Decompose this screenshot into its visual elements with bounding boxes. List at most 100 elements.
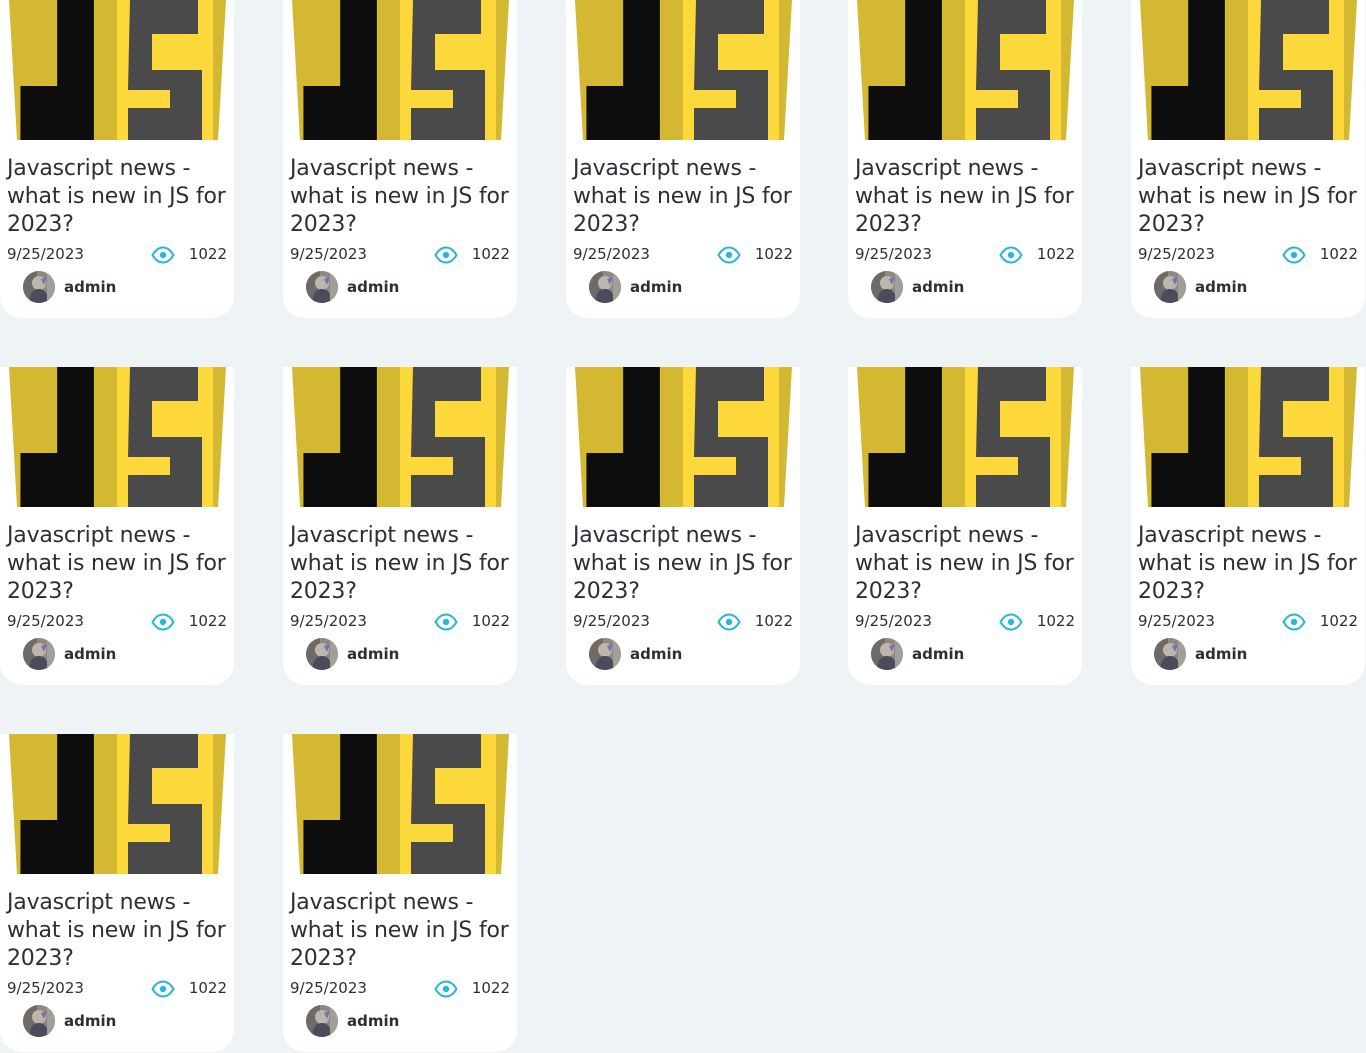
avatar[interactable] (306, 638, 338, 670)
view-count: 1022 (1319, 245, 1358, 263)
author-name[interactable]: admin (912, 278, 964, 296)
author-name[interactable]: admin (64, 278, 116, 296)
post-thumbnail[interactable] (7, 367, 228, 507)
post-title[interactable]: Javascript news - what is new in JS for … (7, 522, 229, 606)
post-meta: 9/25/2023 1022 (290, 612, 510, 632)
author-name[interactable]: admin (1195, 278, 1247, 296)
post-title[interactable]: Javascript news - what is new in JS for … (290, 889, 512, 973)
javascript-logo-icon (575, 367, 792, 507)
author-name[interactable]: admin (347, 278, 399, 296)
post-thumbnail[interactable] (573, 367, 794, 507)
view-count: 1022 (1036, 245, 1075, 263)
post-meta: 9/25/2023 1022 (7, 979, 227, 999)
avatar[interactable] (23, 1005, 55, 1037)
javascript-logo-icon (575, 0, 792, 140)
post-thumbnail[interactable] (855, 367, 1076, 507)
avatar[interactable] (306, 1005, 338, 1037)
avatar[interactable] (871, 271, 903, 303)
javascript-logo-icon (857, 367, 1074, 507)
avatar[interactable] (589, 271, 621, 303)
author-name[interactable]: admin (347, 1012, 399, 1030)
view-count: 1022 (188, 979, 227, 997)
post-card[interactable]: Javascript news - what is new in JS for … (283, 734, 517, 1052)
avatar[interactable] (1154, 638, 1186, 670)
view-count: 1022 (1319, 612, 1358, 630)
post-title[interactable]: Javascript news - what is new in JS for … (1138, 522, 1360, 606)
post-meta: 9/25/2023 1022 (1138, 612, 1358, 632)
eye-icon (1282, 613, 1306, 631)
post-thumbnail[interactable] (290, 367, 511, 507)
javascript-logo-icon (9, 367, 226, 507)
author-name[interactable]: admin (64, 645, 116, 663)
post-date: 9/25/2023 (855, 612, 932, 630)
post-thumbnail[interactable] (1138, 0, 1359, 140)
post-thumbnail[interactable] (290, 0, 511, 140)
post-date: 9/25/2023 (7, 245, 84, 263)
view-count: 1022 (188, 612, 227, 630)
post-card[interactable]: Javascript news - what is new in JS for … (566, 367, 800, 685)
eye-icon (151, 613, 175, 631)
avatar[interactable] (1154, 271, 1186, 303)
view-count: 1022 (471, 245, 510, 263)
view-count: 1022 (471, 979, 510, 997)
post-title[interactable]: Javascript news - what is new in JS for … (573, 155, 795, 239)
post-date: 9/25/2023 (855, 245, 932, 263)
post-card[interactable]: Javascript news - what is new in JS for … (0, 0, 234, 318)
post-meta: 9/25/2023 1022 (573, 612, 793, 632)
eye-icon (1282, 246, 1306, 264)
avatar[interactable] (23, 638, 55, 670)
post-card[interactable]: Javascript news - what is new in JS for … (283, 367, 517, 685)
author-name[interactable]: admin (912, 645, 964, 663)
post-date: 9/25/2023 (7, 979, 84, 997)
avatar[interactable] (871, 638, 903, 670)
post-thumbnail[interactable] (7, 734, 228, 874)
avatar[interactable] (589, 638, 621, 670)
post-card[interactable]: Javascript news - what is new in JS for … (848, 367, 1082, 685)
author-name[interactable]: admin (1195, 645, 1247, 663)
javascript-logo-icon (1140, 367, 1357, 507)
avatar[interactable] (306, 271, 338, 303)
post-title[interactable]: Javascript news - what is new in JS for … (7, 155, 229, 239)
post-title[interactable]: Javascript news - what is new in JS for … (290, 155, 512, 239)
post-date: 9/25/2023 (573, 612, 650, 630)
eye-icon (717, 613, 741, 631)
post-title[interactable]: Javascript news - what is new in JS for … (573, 522, 795, 606)
post-thumbnail[interactable] (855, 0, 1076, 140)
post-date: 9/25/2023 (290, 612, 367, 630)
eye-icon (717, 246, 741, 264)
post-title[interactable]: Javascript news - what is new in JS for … (855, 155, 1077, 239)
post-thumbnail[interactable] (290, 734, 511, 874)
post-thumbnail[interactable] (7, 0, 228, 140)
javascript-logo-icon (857, 0, 1074, 140)
post-card[interactable]: Javascript news - what is new in JS for … (566, 0, 800, 318)
author-name[interactable]: admin (64, 1012, 116, 1030)
view-count: 1022 (188, 245, 227, 263)
post-thumbnail[interactable] (1138, 367, 1359, 507)
post-meta: 9/25/2023 1022 (290, 245, 510, 265)
post-date: 9/25/2023 (290, 979, 367, 997)
post-date: 9/25/2023 (1138, 245, 1215, 263)
post-date: 9/25/2023 (290, 245, 367, 263)
javascript-logo-icon (9, 734, 226, 874)
post-card[interactable]: Javascript news - what is new in JS for … (1131, 0, 1365, 318)
posts-grid: Javascript news - what is new in JS for … (0, 0, 1366, 1053)
javascript-logo-icon (9, 0, 226, 140)
author-name[interactable]: admin (630, 278, 682, 296)
eye-icon (999, 246, 1023, 264)
javascript-logo-icon (292, 734, 509, 874)
post-title[interactable]: Javascript news - what is new in JS for … (7, 889, 229, 973)
post-card[interactable]: Javascript news - what is new in JS for … (0, 367, 234, 685)
eye-icon (434, 613, 458, 631)
post-card[interactable]: Javascript news - what is new in JS for … (1131, 367, 1365, 685)
post-title[interactable]: Javascript news - what is new in JS for … (290, 522, 512, 606)
author-name[interactable]: admin (630, 645, 682, 663)
post-thumbnail[interactable] (573, 0, 794, 140)
author-name[interactable]: admin (347, 645, 399, 663)
post-meta: 9/25/2023 1022 (855, 612, 1075, 632)
post-card[interactable]: Javascript news - what is new in JS for … (283, 0, 517, 318)
post-card[interactable]: Javascript news - what is new in JS for … (848, 0, 1082, 318)
post-title[interactable]: Javascript news - what is new in JS for … (1138, 155, 1360, 239)
post-card[interactable]: Javascript news - what is new in JS for … (0, 734, 234, 1052)
post-title[interactable]: Javascript news - what is new in JS for … (855, 522, 1077, 606)
avatar[interactable] (23, 271, 55, 303)
